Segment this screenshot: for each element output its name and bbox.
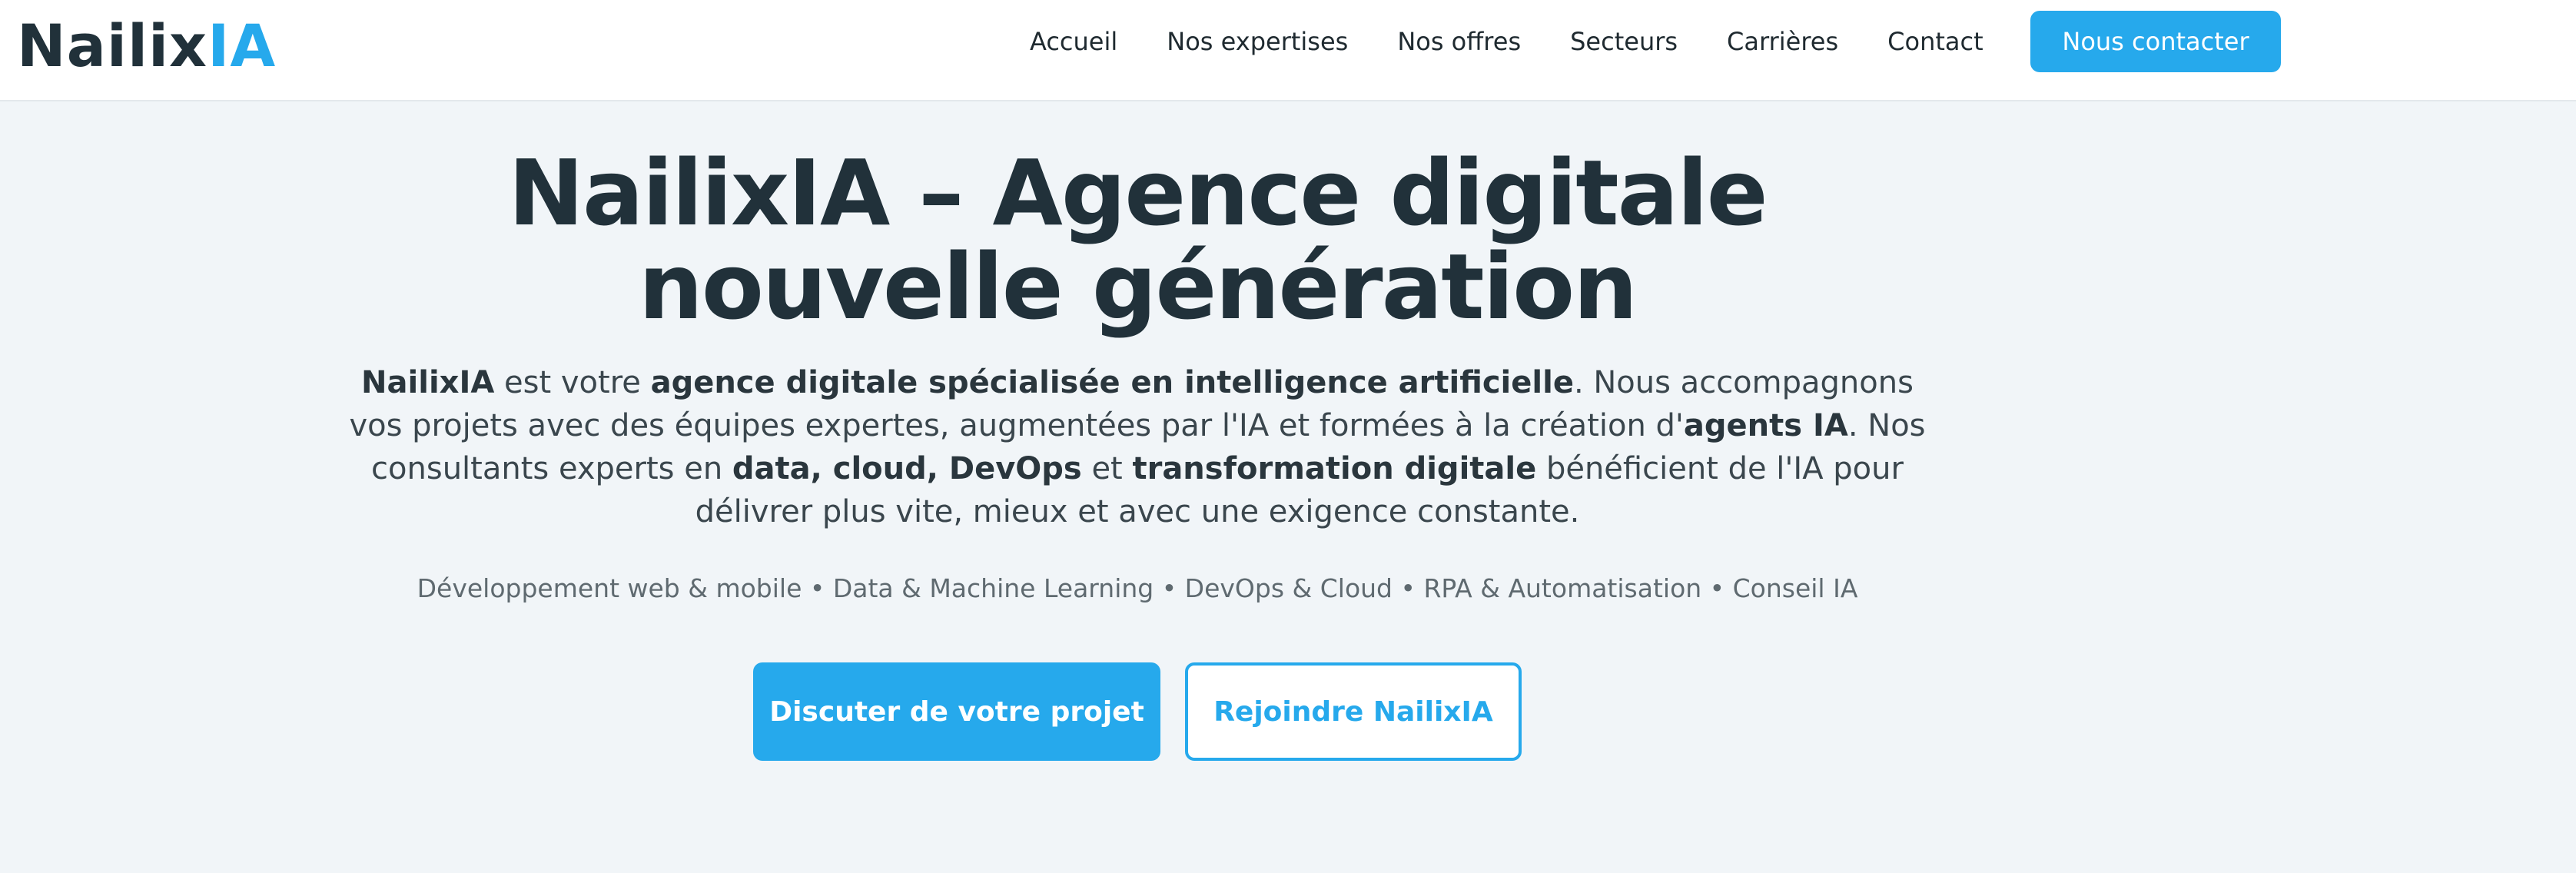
site-header: NailixIA Accueil Nos expertises Nos offr…	[0, 0, 2576, 101]
logo[interactable]: NailixIA	[17, 8, 276, 85]
desc-strong-ai-agents: agents IA	[1683, 408, 1848, 443]
main-nav: Accueil Nos expertises Nos offres Secteu…	[1030, 22, 1983, 61]
services-list: Développement web & mobile • Data & Mach…	[417, 573, 1858, 603]
nav-link-nos-offres[interactable]: Nos offres	[1397, 27, 1521, 56]
desc-strong-data-cloud: data, cloud, DevOps	[732, 451, 1082, 486]
contact-us-button[interactable]: Nous contacter	[2030, 11, 2281, 72]
nav-link-accueil[interactable]: Accueil	[1030, 27, 1117, 56]
discuss-project-button[interactable]: Discuter de votre projet	[753, 662, 1160, 761]
nav-link-secteurs[interactable]: Secteurs	[1570, 27, 1678, 56]
desc-text-1: est votre	[494, 365, 651, 400]
logo-part-2: IA	[207, 12, 277, 80]
desc-text-4: et	[1081, 451, 1133, 486]
hero-title: NailixIA – Agence digitale nouvelle géné…	[508, 140, 1768, 340]
join-nailixia-button[interactable]: Rejoindre NailixIA	[1185, 662, 1522, 761]
nav-link-carrieres[interactable]: Carrières	[1727, 27, 1838, 56]
nav-link-nos-expertises[interactable]: Nos expertises	[1167, 27, 1348, 56]
desc-strong-transformation: transformation digitale	[1132, 451, 1537, 486]
nav-link-contact[interactable]: Contact	[1887, 27, 1983, 56]
logo-part-1: Nailix	[17, 12, 208, 80]
desc-brand: NailixIA	[361, 365, 495, 400]
desc-strong-ai-agency: agence digitale spécialisée en intellige…	[650, 365, 1574, 400]
hero-actions: Discuter de votre projet Rejoindre Naili…	[0, 662, 2275, 761]
hero-section: NailixIA – Agence digitale nouvelle géné…	[0, 101, 2275, 761]
hero-description: NailixIA est votre agence digitale spéci…	[330, 361, 1944, 533]
